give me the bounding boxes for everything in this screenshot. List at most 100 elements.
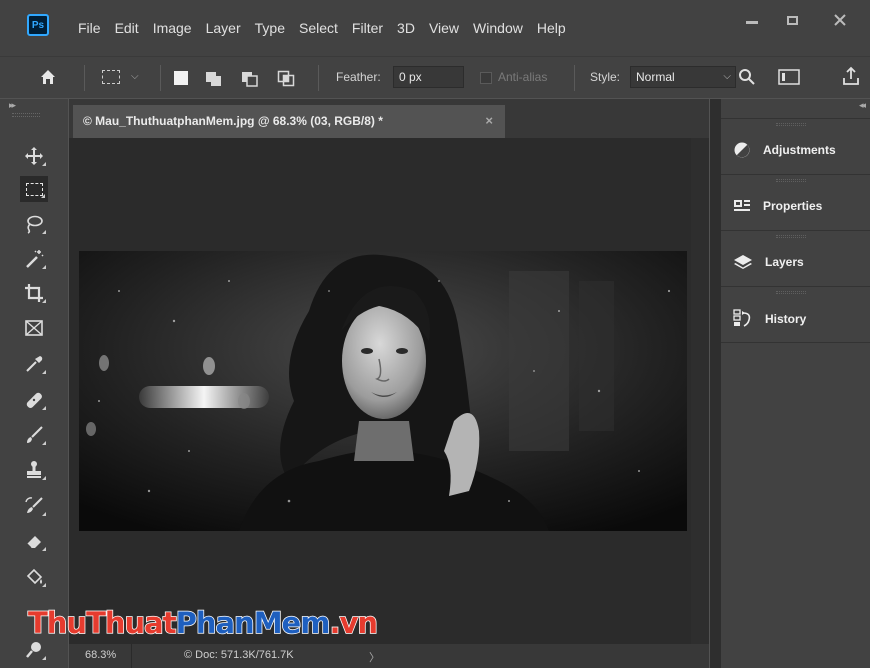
adjustments-icon — [734, 142, 750, 158]
portrait-photo — [79, 251, 687, 531]
panel-group-properties: Properties — [721, 174, 870, 230]
eraser-tool[interactable] — [20, 528, 48, 554]
history-brush-icon — [25, 497, 43, 513]
add-to-selection-icon[interactable] — [205, 69, 223, 87]
document-window: © Mau_ThuthuatphanMem.jpg @ 68.3% (03, R… — [69, 99, 709, 668]
tools-panel: ▸▸ — [0, 99, 68, 668]
menu-image[interactable]: Image — [153, 20, 192, 36]
image-canvas[interactable] — [79, 251, 687, 531]
watermark-part-1: ThuThuat — [27, 605, 177, 641]
menu-select[interactable]: Select — [299, 20, 338, 36]
layers-panel-button[interactable]: Layers — [733, 253, 804, 271]
subtract-from-selection-icon[interactable] — [241, 69, 259, 87]
panel-dock: ◂◂ Adjustments Properties Layers History — [710, 99, 870, 668]
layers-icon — [734, 255, 752, 269]
menu-bar: Ps File Edit Image Layer Type Select Fil… — [0, 0, 870, 56]
watermark-part-3: .vn — [329, 605, 379, 641]
close-icon[interactable]: × — [485, 113, 493, 128]
maximize-button[interactable] — [774, 10, 810, 30]
stamp-icon — [27, 461, 41, 478]
chevron-down-icon[interactable]: ⌵ — [131, 71, 139, 82]
bandage-icon — [26, 392, 42, 408]
spot-healing-tool[interactable] — [20, 387, 48, 413]
menu-view[interactable]: View — [429, 20, 459, 36]
photoshop-logo[interactable]: Ps — [27, 14, 49, 36]
divider — [721, 342, 870, 343]
lasso-tool[interactable] — [20, 211, 48, 237]
properties-icon — [734, 200, 750, 211]
brush-tool[interactable] — [20, 422, 48, 448]
menu-layer[interactable]: Layer — [206, 20, 241, 36]
panel-group-history: History — [721, 286, 870, 342]
collapse-panels-icon[interactable]: ◂◂ — [859, 100, 866, 111]
document-tab[interactable]: © Mau_ThuthuatphanMem.jpg @ 68.3% (03, R… — [73, 105, 505, 138]
properties-panel-button[interactable]: Properties — [733, 197, 822, 215]
home-icon[interactable] — [40, 69, 56, 85]
history-icon — [733, 309, 751, 327]
options-bar: ⌵ Feather: 0 px Anti-alias Style: Normal… — [0, 56, 870, 98]
eyedropper-tool[interactable] — [20, 351, 48, 377]
menu-file[interactable]: File — [78, 20, 101, 36]
menu-type[interactable]: Type — [255, 20, 285, 36]
menu-window[interactable]: Window — [473, 20, 523, 36]
site-watermark: ThuThuatPhanMem.vn — [27, 605, 379, 641]
workspace-icon[interactable] — [778, 69, 800, 85]
minimize-button[interactable] — [734, 10, 770, 30]
divider — [160, 65, 161, 91]
feather-label: Feather: — [336, 70, 381, 84]
divider — [574, 65, 575, 91]
move-tool[interactable] — [20, 143, 48, 169]
marquee-preset-icon[interactable] — [102, 70, 120, 84]
frame-tool[interactable] — [20, 315, 48, 341]
eyedropper-icon — [26, 356, 43, 372]
feather-input[interactable]: 0 px — [393, 66, 464, 88]
anti-alias-label: Anti-alias — [498, 70, 548, 84]
panel-grip — [776, 291, 806, 294]
history-brush-tool[interactable] — [20, 493, 48, 519]
menu-edit[interactable]: Edit — [115, 20, 139, 36]
menu-help[interactable]: Help — [537, 20, 566, 36]
panel-grip — [776, 123, 806, 126]
minimize-icon — [746, 20, 758, 24]
search-icon[interactable] — [738, 68, 756, 86]
adjustments-label: Adjustments — [763, 143, 836, 157]
close-window-button[interactable] — [822, 10, 858, 30]
maximize-icon — [786, 15, 798, 25]
lasso-icon — [27, 215, 43, 234]
divider — [131, 644, 132, 668]
new-selection-icon[interactable] — [172, 69, 190, 87]
vertical-scrollbar[interactable] — [691, 138, 709, 644]
history-label: History — [765, 312, 807, 326]
document-info: © Doc: 571.3K/761.7K — [184, 649, 294, 661]
panel-group-adjustments: Adjustments — [721, 118, 870, 174]
move-icon — [25, 147, 43, 165]
zoom-level[interactable]: 68.3% — [85, 649, 116, 661]
dodge-icon — [26, 642, 41, 658]
history-panel-button[interactable]: History — [733, 309, 806, 329]
watermark-part-2: PhanMem — [175, 605, 331, 641]
menu-3d[interactable]: 3D — [397, 20, 415, 36]
frame-icon — [25, 320, 43, 336]
adjustments-panel-button[interactable]: Adjustments — [733, 141, 836, 159]
style-select[interactable]: Normal ⌵ — [630, 66, 736, 88]
paint-bucket-tool[interactable] — [20, 564, 48, 590]
menu-filter[interactable]: Filter — [352, 20, 383, 36]
anti-alias-checkbox[interactable] — [480, 72, 492, 84]
magic-wand-tool[interactable] — [20, 246, 48, 272]
style-value: Normal — [636, 70, 675, 84]
intersect-selection-icon[interactable] — [277, 69, 295, 87]
status-menu-arrow[interactable]: 〉 — [369, 649, 380, 665]
clone-stamp-tool[interactable] — [20, 457, 48, 483]
dodge-tool[interactable] — [20, 637, 48, 663]
expand-toolbar-icon[interactable]: ▸▸ — [9, 100, 16, 111]
paint-bucket-icon — [26, 568, 43, 585]
chevron-down-icon: ⌵ — [723, 71, 731, 82]
rectangular-marquee-tool[interactable] — [20, 176, 48, 202]
magic-wand-icon — [26, 250, 44, 268]
panel-group-layers: Layers — [721, 230, 870, 286]
share-icon[interactable] — [842, 66, 860, 86]
layers-label: Layers — [765, 255, 804, 269]
crop-tool[interactable] — [20, 280, 48, 306]
eraser-icon — [26, 536, 41, 549]
toolbar-grip[interactable] — [12, 113, 40, 117]
